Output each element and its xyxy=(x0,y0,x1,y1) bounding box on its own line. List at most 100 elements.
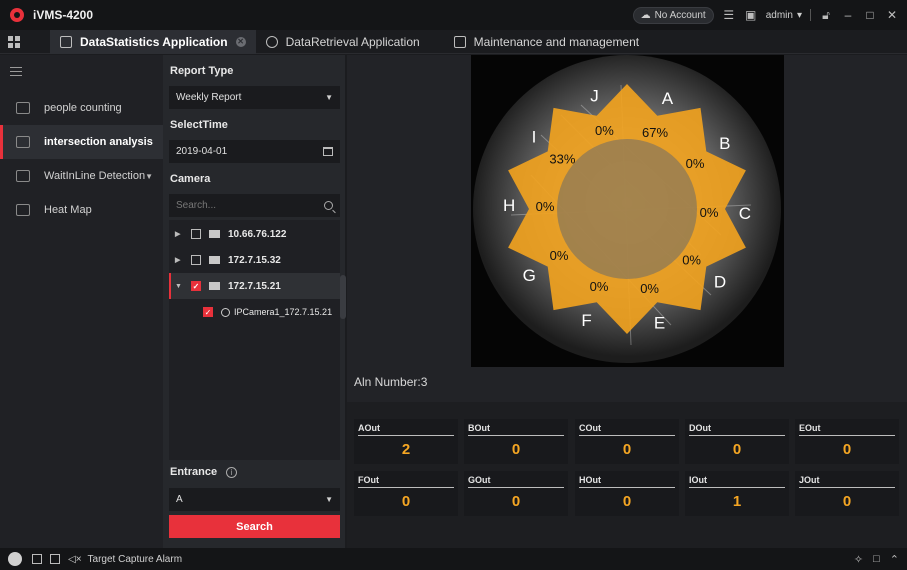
fisheye-video-view[interactable]: A 67% B 0% C 0% D 0% E 0% F 0% G 0% H 0% I 33% J 0% xyxy=(471,55,784,367)
tab-data-retrieval[interactable]: DataRetrieval Application xyxy=(256,30,430,54)
stat-title: AOut xyxy=(358,423,380,433)
stat-value: 0 xyxy=(842,441,852,458)
tree-node-label: 172.7.15.21 xyxy=(228,280,281,292)
select-time-field[interactable]: 2019-04-01 xyxy=(169,140,340,163)
menu-icon[interactable] xyxy=(10,67,22,76)
stat-card-i: IOut 1 xyxy=(685,471,789,516)
grid-menu-icon[interactable] xyxy=(8,35,20,48)
title-bar: iVMS-4200 ☁ No Account ☰ ▣ admin ▾ 🔓︎ – … xyxy=(0,0,907,30)
stat-value: 1 xyxy=(732,493,742,510)
search-icon[interactable] xyxy=(324,201,333,210)
tab-maintenance[interactable]: Maintenance and management xyxy=(444,30,649,54)
maximize-icon[interactable]: □ xyxy=(863,8,877,22)
account-button[interactable]: ☁ No Account xyxy=(632,6,714,24)
stat-title: IOut xyxy=(689,475,707,485)
nav-item-heat-map[interactable]: Heat Map xyxy=(0,193,163,227)
camera-search-input[interactable]: Search... xyxy=(169,194,340,217)
nav-item-people-counting[interactable]: people counting xyxy=(0,91,163,125)
heat-map-icon xyxy=(16,204,30,216)
queue-icon xyxy=(16,170,30,182)
maintenance-icon xyxy=(453,35,466,48)
chevron-down-icon: ▾ xyxy=(796,9,802,21)
zone-percent-f: 0% xyxy=(590,279,609,294)
select-time-label: SelectTime xyxy=(170,119,228,131)
stat-title: GOut xyxy=(468,475,491,485)
close-tab-icon[interactable]: ✕ xyxy=(235,36,246,47)
info-icon[interactable]: i xyxy=(226,466,238,478)
folder-icon xyxy=(209,256,220,264)
statistics-icon xyxy=(60,35,72,48)
expand-icon[interactable]: ▶ xyxy=(175,230,183,238)
zone-percent-h: 0% xyxy=(536,199,555,214)
stat-card-a: AOut 2 xyxy=(354,419,458,464)
node-checkbox[interactable] xyxy=(191,229,201,239)
alarm-icon[interactable] xyxy=(8,552,22,566)
report-type-select[interactable]: Weekly Report ▼ xyxy=(169,86,340,109)
zone-percent-a: 67% xyxy=(642,125,668,140)
entrance-label: Entrance i xyxy=(170,466,238,478)
zone-percent-j: 0% xyxy=(595,123,614,138)
stat-title: HOut xyxy=(579,475,601,485)
nav-item-label: WaitInLine Detection xyxy=(44,170,146,182)
tree-node-camera[interactable]: ✓ IPCamera1_172.7.15.21 xyxy=(169,299,340,325)
node-checkbox[interactable]: ✓ xyxy=(203,307,213,317)
collapse-up-icon[interactable]: ⌃ xyxy=(890,553,899,566)
search-placeholder: Search... xyxy=(176,200,217,211)
image-icon[interactable]: ▣ xyxy=(744,8,758,22)
fullscreen-icon[interactable] xyxy=(50,554,60,564)
minimize-icon[interactable]: – xyxy=(841,8,855,22)
stat-card-d: DOut 0 xyxy=(685,419,789,464)
tree-node-label: 10.66.76.122 xyxy=(228,228,287,240)
tab-label: DataStatistics Application xyxy=(80,34,228,49)
stat-value: 0 xyxy=(732,441,742,458)
people-counting-icon xyxy=(16,102,30,114)
pin-icon[interactable]: ✧ xyxy=(854,553,863,566)
lock-icon[interactable]: 🔓︎ xyxy=(819,8,833,22)
retrieval-icon xyxy=(265,35,278,48)
stat-title: COut xyxy=(579,423,601,433)
node-checkbox[interactable] xyxy=(191,255,201,265)
calendar-icon[interactable] xyxy=(323,147,333,156)
tab-label: DataRetrieval Application xyxy=(285,34,420,49)
tree-node[interactable]: ▶ 10.66.76.122 xyxy=(169,221,340,247)
zone-letter-j: J xyxy=(590,87,599,106)
panel-splitter-handle[interactable] xyxy=(340,275,346,319)
user-menu[interactable]: admin ▾ xyxy=(766,10,802,21)
search-button[interactable]: Search xyxy=(169,515,340,538)
stat-value: 0 xyxy=(842,493,852,510)
tab-label: Maintenance and management xyxy=(473,34,640,49)
stat-title: BOut xyxy=(468,423,490,433)
chevron-down-icon: ▼ xyxy=(325,93,333,102)
collapse-icon[interactable]: ▼ xyxy=(175,283,183,290)
zone-percent-c: 0% xyxy=(700,205,719,220)
stat-card-g: GOut 0 xyxy=(464,471,568,516)
tree-node[interactable]: ▶ 172.7.15.32 xyxy=(169,247,340,273)
nav-item-label: people counting xyxy=(44,102,122,114)
tree-node-selected[interactable]: ▼ ✓ 172.7.15.21 xyxy=(169,273,340,299)
list-icon[interactable]: ☰ xyxy=(722,8,736,22)
mute-icon[interactable]: ◁× xyxy=(68,554,82,565)
alarm-label: Target Capture Alarm xyxy=(87,553,183,565)
entrance-label-text: Entrance xyxy=(170,466,218,478)
nav-item-intersection-analysis[interactable]: intersection analysis xyxy=(0,125,163,159)
node-checkbox[interactable]: ✓ xyxy=(191,281,201,291)
left-navigation: people counting intersection analysis Wa… xyxy=(0,55,163,548)
close-icon[interactable]: ✕ xyxy=(885,8,899,22)
tab-data-statistics[interactable]: DataStatistics Application ✕ xyxy=(50,29,256,54)
expand-icon[interactable]: ▶ xyxy=(175,256,183,264)
stat-value: 0 xyxy=(511,441,521,458)
camera-tree: ▶ 10.66.76.122 ▶ 172.7.15.32 ▼ ✓ 172.7.1… xyxy=(169,220,340,460)
camera-icon xyxy=(221,307,230,317)
fisheye-scene: A 67% B 0% C 0% D 0% E 0% F 0% G 0% H 0% I 33% J 0% xyxy=(473,55,781,363)
zone-percent-b: 0% xyxy=(686,156,705,171)
analysis-content: A 67% B 0% C 0% D 0% E 0% F 0% G 0% H 0% I 33% J 0% Aln Num… xyxy=(347,55,907,548)
entrance-select[interactable]: A ▼ xyxy=(169,488,340,511)
entrance-stats: AOut 2 BOut 0 COut 0 DOut 0 EOut 0 FOut … xyxy=(347,402,907,548)
window-icon[interactable]: □ xyxy=(873,553,880,566)
overlay-center xyxy=(557,139,697,279)
nav-item-waitinline-detection[interactable]: WaitInLine Detection ▼ xyxy=(0,159,163,193)
stat-title: DOut xyxy=(689,423,711,433)
zone-letter-e: E xyxy=(654,313,665,332)
user-name: admin xyxy=(765,9,793,21)
delete-icon[interactable] xyxy=(32,554,42,564)
